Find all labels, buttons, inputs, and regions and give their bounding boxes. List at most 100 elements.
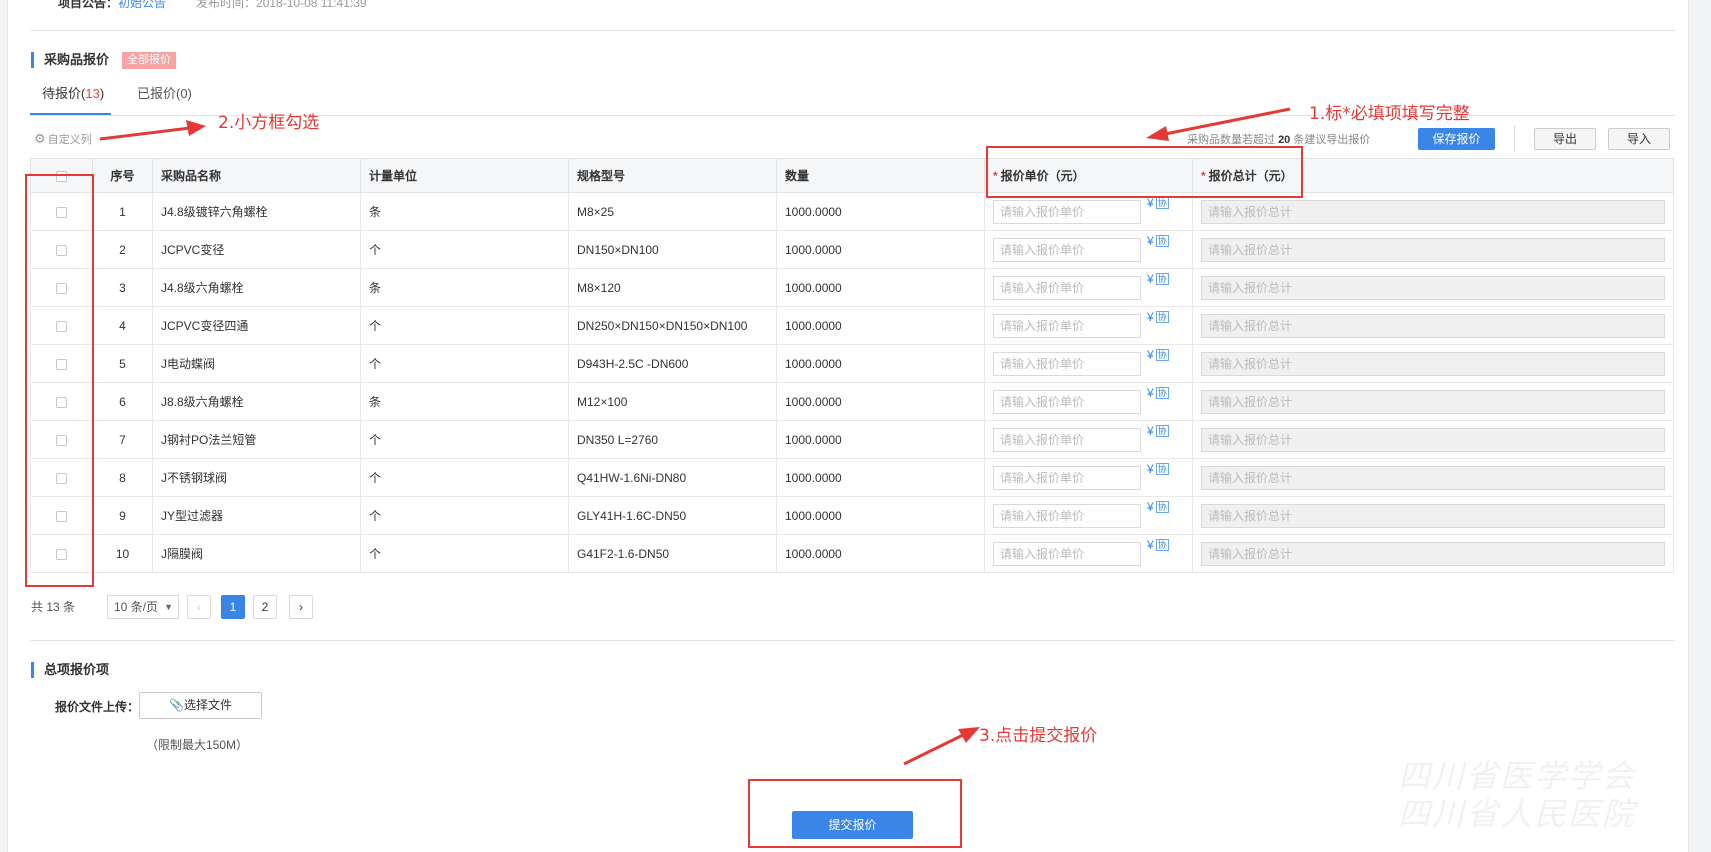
- cell-qty: 1000.0000: [776, 382, 985, 421]
- cell-no: 5: [92, 344, 153, 383]
- total-price-input: 请输入报价总计: [1201, 237, 1665, 262]
- table-row: 4 JCPVC变径四通个 DN250×DN150×DN150×DN100 1000.0…: [30, 306, 1674, 345]
- cell-unit: 个: [360, 458, 569, 497]
- assist-icon[interactable]: 协: [1155, 424, 1169, 437]
- assist-icon[interactable]: 协: [1155, 538, 1169, 551]
- total-price-input: 请输入报价总计: [1201, 389, 1665, 414]
- cell-spec: DN250×DN150×DN150×DN100: [568, 306, 777, 345]
- cell-price: 请输入报价单价 ¥ 协: [984, 496, 1193, 535]
- currency-icon[interactable]: ¥: [1147, 462, 1154, 476]
- divider: [30, 30, 1675, 31]
- cell-name: J不锈钢球阀: [152, 458, 361, 497]
- next-page-button[interactable]: ›: [289, 595, 313, 619]
- cell-unit: 条: [360, 382, 569, 421]
- page-size-select[interactable]: 10 条/页 ▼: [107, 595, 179, 619]
- currency-icon[interactable]: ¥: [1147, 500, 1154, 514]
- assist-icon[interactable]: 协: [1155, 462, 1169, 475]
- gear-icon: ⚙: [34, 131, 46, 146]
- quote-table: 序号 采购品名称 计量单位 规格型号 数量 * 报价单价（元） * 报价总计（元） …: [30, 158, 1674, 573]
- unit-price-input[interactable]: 请输入报价单价: [993, 313, 1141, 338]
- currency-icon[interactable]: ¥: [1147, 234, 1154, 248]
- cell-unit: 个: [360, 344, 569, 383]
- page-2-button[interactable]: 2: [253, 595, 277, 619]
- cell-total: 请输入报价总计: [1192, 496, 1674, 535]
- assist-icon[interactable]: 协: [1155, 234, 1169, 247]
- cell-spec: M8×25: [568, 192, 777, 231]
- unit-price-input[interactable]: 请输入报价单价: [993, 389, 1141, 414]
- export-button[interactable]: 导出: [1534, 128, 1596, 150]
- choose-file-button[interactable]: 📎选择文件: [139, 692, 262, 719]
- currency-icon[interactable]: ¥: [1147, 272, 1154, 286]
- table-row: 1 J4.8级镀锌六角螺栓条 M8×25 1000.0000 请输入报价单价¥ 协请输入报…: [30, 192, 1674, 231]
- export-hint: 采购品数量若超过 20 条建议导出报价: [1187, 134, 1371, 146]
- annotation-step3: 3.点击提交报价: [979, 726, 1098, 746]
- import-button[interactable]: 导入: [1608, 128, 1670, 150]
- chevron-down-icon: ▼: [164, 602, 173, 612]
- unit-price-input[interactable]: 请输入报价单价: [993, 199, 1141, 224]
- annotation-box-required-columns: [986, 146, 1303, 198]
- cell-price: 请输入报价单价 ¥ 协: [984, 230, 1193, 269]
- cell-no: 10: [92, 534, 153, 573]
- save-quote-button[interactable]: 保存报价: [1418, 128, 1495, 150]
- annotation-step2: 2.小方框勾选: [218, 113, 320, 133]
- col-header-unit: 计量单位: [360, 158, 569, 193]
- page-1-button[interactable]: 1: [221, 595, 245, 619]
- assist-icon[interactable]: 协: [1155, 272, 1169, 285]
- cell-qty: 1000.0000: [776, 344, 985, 383]
- cell-price: 请输入报价单价 ¥ 协: [984, 420, 1193, 459]
- cell-no: 7: [92, 420, 153, 459]
- assist-icon[interactable]: 协: [1155, 310, 1169, 323]
- assist-icon[interactable]: 协: [1155, 348, 1169, 361]
- currency-icon[interactable]: ¥: [1147, 386, 1154, 400]
- cell-total: 请输入报价总计: [1192, 192, 1674, 231]
- tab-pending[interactable]: 待报价(13): [42, 84, 104, 104]
- unit-price-input[interactable]: 请输入报价单价: [993, 503, 1141, 528]
- currency-icon[interactable]: ¥: [1147, 424, 1154, 438]
- assist-icon[interactable]: 协: [1155, 196, 1169, 209]
- notice-link[interactable]: 初始公告: [118, 0, 166, 10]
- cell-spec: GLY41H-1.6C-DN50: [568, 496, 777, 535]
- unit-price-input[interactable]: 请输入报价单价: [993, 427, 1141, 452]
- unit-price-input[interactable]: 请输入报价单价: [993, 465, 1141, 490]
- cell-total: 请输入报价总计: [1192, 420, 1674, 459]
- cell-name: JCPVC变径: [152, 230, 361, 269]
- cell-unit: 条: [360, 192, 569, 231]
- cell-total: 请输入报价总计: [1192, 458, 1674, 497]
- section-title-items: 采购品报价: [31, 52, 109, 68]
- cell-name: J电动蝶阀: [152, 344, 361, 383]
- prev-page-button[interactable]: ‹: [187, 595, 211, 619]
- arrow-step2: [99, 126, 191, 141]
- tab-quoted[interactable]: 已报价(0): [137, 84, 192, 104]
- assist-icon[interactable]: 协: [1155, 500, 1169, 513]
- cell-total: 请输入报价总计: [1192, 344, 1674, 383]
- unit-price-input[interactable]: 请输入报价单价: [993, 237, 1141, 262]
- currency-icon[interactable]: ¥: [1147, 310, 1154, 324]
- cell-spec: DN350 L=2760: [568, 420, 777, 459]
- total-price-input: 请输入报价总计: [1201, 503, 1665, 528]
- arrow-head-step3: [958, 727, 980, 743]
- cell-spec: M12×100: [568, 382, 777, 421]
- cell-price: 请输入报价单价 ¥ 协: [984, 306, 1193, 345]
- cell-no: 3: [92, 268, 153, 307]
- unit-price-input[interactable]: 请输入报价单价: [993, 275, 1141, 300]
- unit-price-input[interactable]: 请输入报价单价: [993, 351, 1141, 376]
- cell-unit: 个: [360, 496, 569, 535]
- quote-all-badge[interactable]: 全部报价: [122, 52, 176, 69]
- cell-total: 请输入报价总计: [1192, 268, 1674, 307]
- right-scrollbar[interactable]: [1688, 0, 1711, 852]
- cell-unit: 个: [360, 230, 569, 269]
- assist-icon[interactable]: 协: [1155, 386, 1169, 399]
- cell-name: JCPVC变径四通: [152, 306, 361, 345]
- unit-price-input[interactable]: 请输入报价单价: [993, 541, 1141, 566]
- col-header-spec: 规格型号: [568, 158, 777, 193]
- custom-columns-button[interactable]: ⚙ 自定义列: [34, 131, 92, 147]
- currency-icon[interactable]: ¥: [1147, 348, 1154, 362]
- table-row: 9 JY型过滤器个 GLY41H-1.6C-DN50 1000.0000 请输入报价单价…: [30, 496, 1674, 535]
- cell-total: 请输入报价总计: [1192, 534, 1674, 573]
- table-row: 2 JCPVC变径个 DN150×DN100 1000.0000 请输入报价单价¥ 协请输…: [30, 230, 1674, 269]
- cell-qty: 1000.0000: [776, 534, 985, 573]
- publish-time: 发布时间：2018-10-08 11:41:39: [196, 0, 367, 10]
- cell-name: JY型过滤器: [152, 496, 361, 535]
- table-row: 3 J4.8级六角螺栓条 M8×120 1000.0000 请输入报价单价¥ 协请输入报价…: [30, 268, 1674, 307]
- currency-icon[interactable]: ¥: [1147, 538, 1154, 552]
